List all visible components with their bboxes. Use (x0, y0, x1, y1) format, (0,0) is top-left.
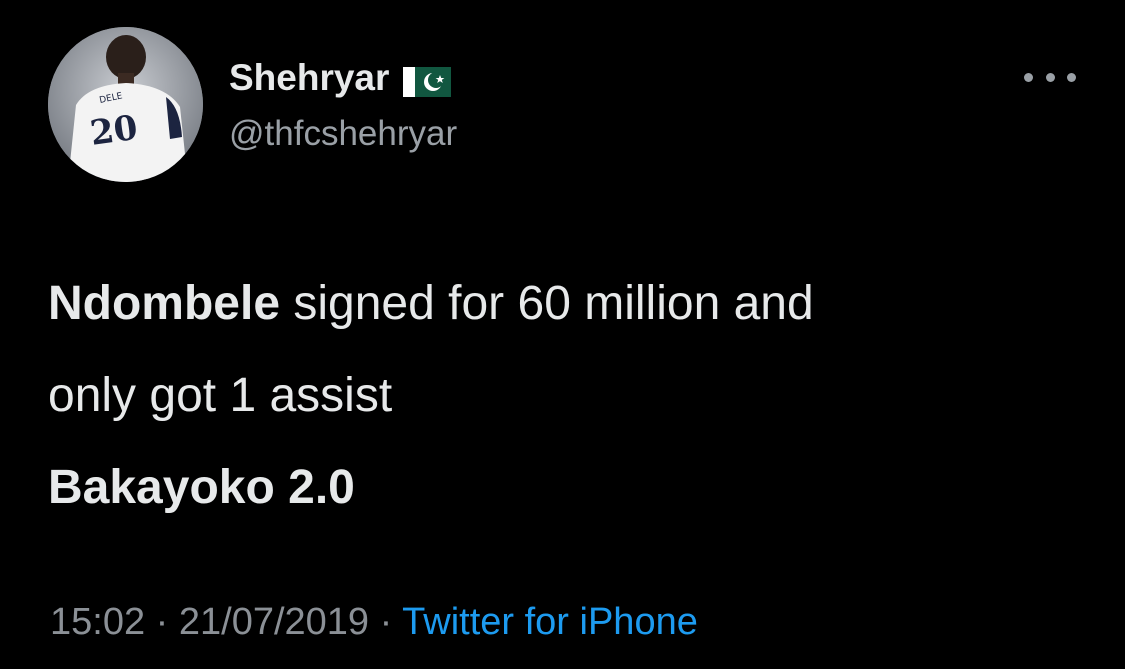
tweet-line-1-rest: signed for 60 million and (280, 277, 814, 330)
tweet-meta: 15:02 · 21/07/2019 · Twitter for iPhone (50, 598, 698, 646)
more-horizontal-icon-dot (1067, 72, 1076, 82)
tweet-line-3-text: Bakayoko 2.0 (48, 461, 355, 514)
tweet-line-1: Ndombele signed for 60 million and (48, 258, 1108, 350)
user-handle[interactable]: @thfcshehryar (229, 112, 457, 156)
tweet-source-link[interactable]: Twitter for iPhone (402, 601, 698, 643)
tweet-bold-name: Ndombele (48, 277, 281, 330)
pakistan-flag-icon (403, 63, 452, 97)
tweet-time[interactable]: 15:02 (50, 601, 145, 643)
avatar-shirt-number: 20 (88, 108, 140, 154)
tweet-card: DELE 20 Shehryar @thfcshehryar Ndombele … (0, 0, 1125, 669)
more-horizontal-icon-dot (1045, 72, 1055, 82)
meta-separator: · (145, 601, 179, 643)
meta-separator: · (369, 601, 403, 643)
more-horizontal-icon-dot (1024, 72, 1033, 82)
more-options-button[interactable] (1024, 66, 1076, 88)
tweet-date[interactable]: 21/07/2019 (179, 601, 369, 643)
tweet-line-2: only got 1 assist (48, 369, 393, 422)
avatar-image: DELE 20 (48, 27, 203, 182)
user-display-name-row[interactable]: Shehryar (229, 56, 452, 100)
display-name[interactable]: Shehryar (229, 56, 389, 100)
avatar[interactable]: DELE 20 (48, 27, 203, 182)
tweet-line-3: Bakayoko 2.0 (48, 442, 1108, 534)
tweet-text: Ndombele signed for 60 million and only … (48, 258, 1108, 534)
